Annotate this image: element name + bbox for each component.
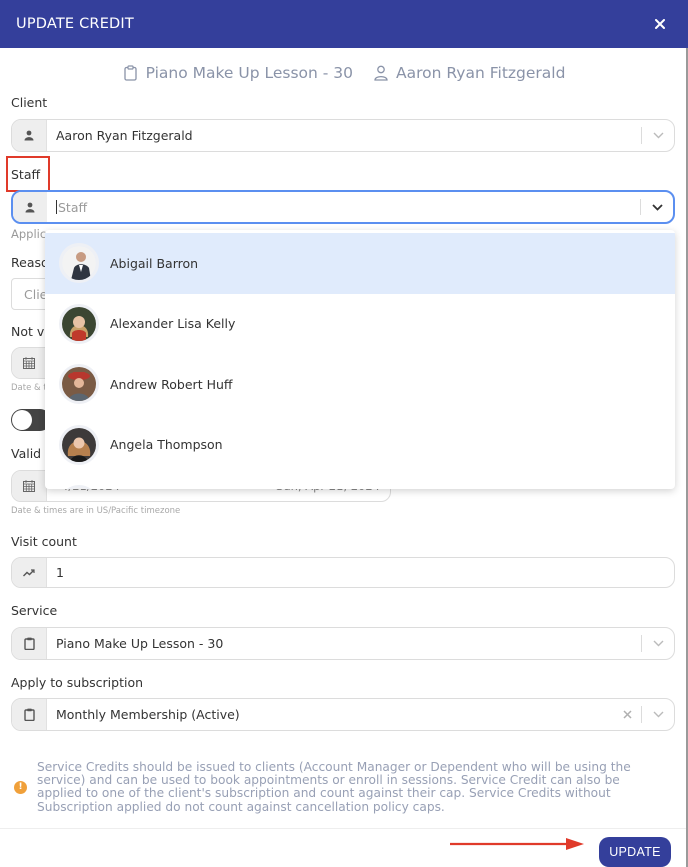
clipboard-icon (123, 64, 139, 82)
annotation-arrow (450, 838, 584, 850)
summary-client: Aaron Ryan Fitzgerald (396, 64, 566, 82)
chevron-down-icon[interactable] (642, 699, 674, 730)
staff-option-partial[interactable] (45, 475, 675, 489)
trend-icon (12, 558, 47, 587)
summary-service: Piano Make Up Lesson - 30 (145, 64, 354, 82)
subscription-label: Apply to subscription (11, 675, 144, 690)
staff-option[interactable]: Andrew Robert Huff (45, 354, 675, 415)
footer-divider (0, 828, 686, 829)
clear-selection-button[interactable] (613, 699, 641, 730)
close-button[interactable] (648, 15, 672, 33)
staff-hint: Applic (11, 227, 47, 241)
user-icon (13, 192, 47, 222)
staff-dropdown-menu: Abigail Barron Alexander Lisa Kelly Andr… (45, 230, 675, 489)
staff-option[interactable]: Abigail Barron (45, 233, 675, 294)
calendar-icon (12, 471, 47, 501)
staff-input[interactable]: Staff (58, 200, 87, 215)
subscription-select[interactable]: Monthly Membership (Active) (11, 698, 675, 731)
modal-header: UPDATE CREDIT (0, 0, 688, 48)
clipboard-icon (12, 699, 47, 730)
credit-summary: Piano Make Up Lesson - 30 Aaron Ryan Fit… (0, 64, 688, 82)
avatar (59, 485, 99, 489)
text-caret (56, 200, 57, 214)
staff-option[interactable]: Alexander Lisa Kelly (45, 294, 675, 355)
info-note: ! Service Credits should be issued to cl… (14, 760, 654, 814)
staff-select[interactable]: Staff (11, 190, 675, 224)
close-icon (622, 710, 632, 719)
clipboard-icon (12, 628, 47, 659)
reason-label: Reaso (11, 255, 49, 270)
avatar (59, 243, 99, 284)
close-icon (655, 19, 665, 29)
not-valid-before-hint: Date & t (11, 383, 47, 393)
info-text: Service Credits should be issued to clie… (37, 760, 631, 814)
user-icon (12, 120, 47, 151)
update-button[interactable]: UPDATE (599, 837, 671, 867)
chevron-down-icon[interactable] (642, 120, 674, 151)
chevron-down-icon[interactable] (642, 628, 674, 659)
info-icon: ! (14, 780, 27, 794)
timezone-hint: Date & times are in US/Pacific timezone (11, 506, 181, 516)
annotation-highlight-box (6, 156, 50, 192)
modal-title: UPDATE CREDIT (16, 16, 134, 32)
client-label: Client (11, 95, 48, 110)
avatar (59, 303, 99, 344)
service-label: Service (11, 603, 58, 618)
chevron-down-icon[interactable] (641, 192, 673, 222)
client-select[interactable]: Aaron Ryan Fitzgerald (11, 119, 675, 152)
user-icon (373, 64, 389, 82)
service-select[interactable]: Piano Make Up Lesson - 30 (11, 627, 675, 660)
visit-count-label: Visit count (11, 534, 77, 549)
visit-count-input[interactable]: 1 (11, 557, 675, 588)
client-value: Aaron Ryan Fitzgerald (56, 128, 193, 143)
staff-option[interactable]: Angela Thompson (45, 415, 675, 476)
avatar (59, 364, 99, 405)
avatar (59, 424, 99, 465)
calendar-icon (12, 348, 47, 378)
